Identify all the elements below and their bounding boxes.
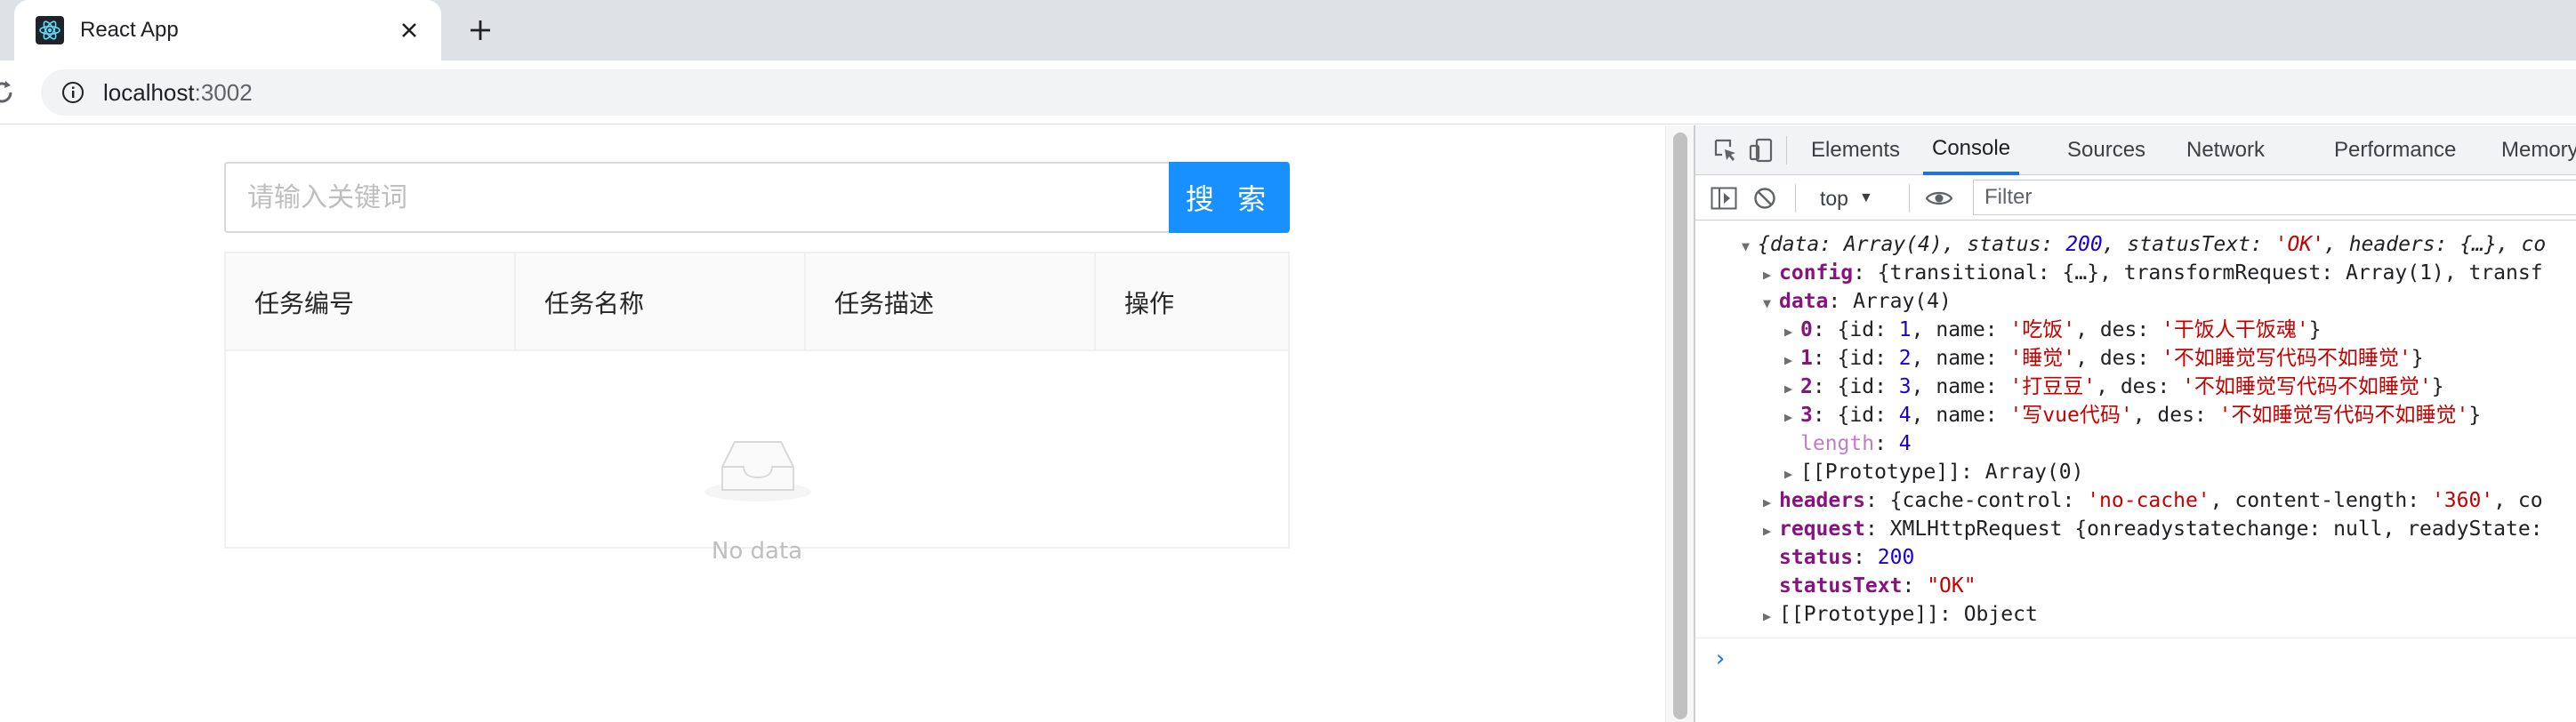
device-toolbar-icon[interactable] — [1747, 136, 1775, 164]
tab-network[interactable]: Network — [2186, 125, 2265, 175]
table-header: 任务编号 任务名称 任务描述 操作 — [226, 253, 1288, 351]
console-line: length: 4 — [1800, 432, 1912, 455]
console-line[interactable]: ▶ 0: {id: 1, name: '吃饭', des: '干饭人干饭魂'} — [1784, 316, 2322, 344]
collapsed-triangle-icon[interactable]: ▶ — [1784, 403, 1800, 431]
console-line[interactable]: ▶ 3: {id: 4, name: '写vue代码', des: '不如睡觉写代… — [1784, 401, 2481, 429]
collapsed-triangle-icon[interactable]: ▶ — [1784, 317, 1800, 346]
browser-tab[interactable]: React App — [14, 0, 441, 60]
console-toolbar: top ▼ — [1695, 176, 2576, 221]
react-logo-icon — [36, 16, 64, 44]
collapsed-triangle-icon[interactable]: ▶ — [1784, 460, 1800, 488]
collapsed-triangle-icon[interactable]: ▶ — [1784, 346, 1800, 374]
collapsed-triangle-icon[interactable]: ▶ — [1784, 374, 1800, 403]
column-header-description[interactable]: 任务描述 — [806, 253, 1096, 351]
console-line[interactable]: ▶ [[Prototype]]: Object — [1763, 600, 2038, 629]
console-line[interactable]: ▶ 1: {id: 2, name: '睡觉', des: '不如睡觉写代码不如睡… — [1784, 344, 2424, 373]
new-tab-plus-icon[interactable] — [463, 12, 498, 48]
console-line[interactable]: ▶ config: {transitional: {…}, transformRe… — [1763, 259, 2543, 287]
reload-icon[interactable] — [0, 78, 16, 107]
tab-elements[interactable]: Elements — [1811, 125, 1900, 175]
search-button[interactable]: 搜 索 — [1169, 162, 1290, 233]
console-line: statusText: "OK" — [1779, 574, 1976, 598]
collapsed-triangle-icon[interactable]: ▶ — [1763, 488, 1779, 517]
console-line[interactable]: ▼ data: Array(4) — [1763, 287, 1952, 316]
url-text: localhost:3002 — [103, 79, 253, 107]
tab-title: React App — [80, 18, 179, 42]
clear-console-icon[interactable] — [1751, 184, 1779, 213]
inspect-element-icon[interactable] — [1711, 136, 1740, 164]
dropdown-arrow-icon: ▼ — [1858, 190, 1873, 205]
devtools-panel: Elements Console Sources Network Perform… — [1694, 125, 2576, 722]
sidebar-toggle-icon[interactable] — [1710, 184, 1738, 213]
console-line[interactable]: ▼ {data: Array(4), status: 200, statusTex… — [1742, 230, 2546, 259]
address-bar[interactable]: localhost:3002 — [41, 69, 2576, 116]
live-expression-eye-icon[interactable] — [1925, 184, 1953, 213]
column-header-actions[interactable]: 操作 — [1096, 253, 1288, 351]
column-header-id[interactable]: 任务编号 — [226, 253, 516, 351]
context-value: top — [1820, 186, 1848, 210]
empty-inbox-icon — [704, 441, 811, 501]
toolbar-divider — [1909, 184, 1910, 213]
tab-strip: React App — [0, 0, 2576, 60]
task-table: 任务编号 任务名称 任务描述 操作 No data — [224, 252, 1290, 565]
close-tab-icon[interactable] — [395, 16, 423, 44]
search-input[interactable] — [224, 162, 1169, 233]
console-line[interactable]: ▶ 2: {id: 3, name: '打豆豆', des: '不如睡觉写代码不如… — [1784, 373, 2444, 401]
browser-toolbar: localhost:3002 — [0, 60, 2576, 124]
collapsed-triangle-icon[interactable]: ▶ — [1763, 261, 1779, 289]
empty-text: No data — [711, 538, 803, 565]
info-icon[interactable] — [60, 80, 85, 105]
scrollbar-thumb[interactable] — [1673, 132, 1687, 719]
toolbar-divider — [1786, 136, 1787, 164]
page-content: 搜 索 任务编号 任务名称 任务描述 操作 No data — [0, 125, 1665, 722]
tab-memory[interactable]: Memory — [2501, 125, 2576, 175]
devtools-tab-bar: Elements Console Sources Network Perform… — [1695, 125, 2576, 175]
tab-sources[interactable]: Sources — [2067, 125, 2145, 175]
search-bar: 搜 索 — [224, 162, 1290, 233]
tab-performance[interactable]: Performance — [2334, 125, 2456, 175]
console-line[interactable]: ▶ request: XMLHttpRequest {onreadystatech… — [1763, 515, 2543, 543]
context-selector[interactable]: top ▼ — [1820, 183, 1873, 213]
collapsed-triangle-icon[interactable]: ▶ — [1763, 517, 1779, 545]
toolbar-divider — [1795, 184, 1796, 213]
console-output: ▼ {data: Array(4), status: 200, statusTex… — [1695, 221, 2576, 722]
console-line[interactable]: ▶ [[Prototype]]: Array(0) — [1784, 458, 2084, 486]
column-header-name[interactable]: 任务名称 — [516, 253, 806, 351]
collapsed-triangle-icon[interactable]: ▶ — [1763, 602, 1779, 630]
url-port: :3002 — [194, 78, 253, 106]
page-scrollbar[interactable] — [1665, 125, 1694, 722]
console-prompt-icon[interactable]: › — [1713, 645, 1727, 673]
tab-console[interactable]: Console — [1923, 125, 2020, 175]
console-line[interactable]: ▶ headers: {cache-control: 'no-cache', co… — [1763, 486, 2543, 515]
expanded-triangle-icon[interactable]: ▼ — [1742, 232, 1758, 261]
expanded-triangle-icon[interactable]: ▼ — [1763, 289, 1779, 317]
url-host: localhost — [103, 78, 195, 106]
console-line: status: 200 — [1779, 546, 1915, 569]
filter-input[interactable] — [1973, 180, 2576, 215]
empty-state: No data — [226, 351, 1288, 565]
